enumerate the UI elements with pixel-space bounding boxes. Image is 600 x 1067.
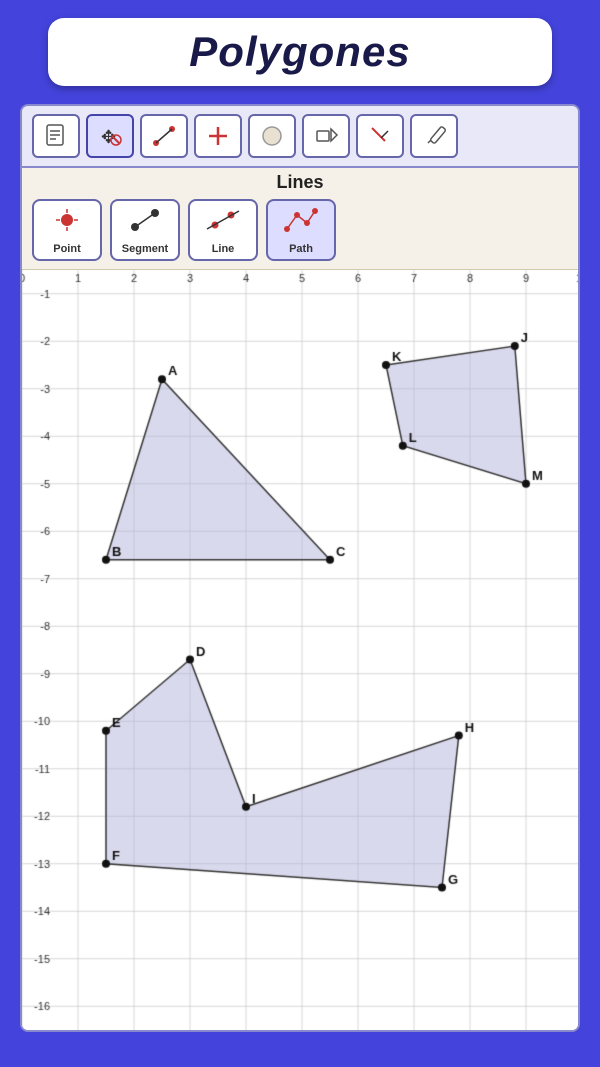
point-icon [49,205,85,241]
move-tool-button[interactable]: ✥ [86,114,134,158]
line-tool-button-2[interactable]: Line [188,199,258,261]
line-icon [205,205,241,241]
segment-tool-button[interactable]: Segment [110,199,180,261]
point-tool-button[interactable]: Point [32,199,102,261]
title-box: Polygones [48,18,552,86]
path-label: Path [289,243,313,255]
point-label: Point [53,243,81,255]
segment-icon [127,205,163,241]
path-tool-button[interactable]: Path [266,199,336,261]
toolbar: ✥ [22,106,578,168]
delete-tool-button[interactable] [356,114,404,158]
plus-tool-button[interactable] [194,114,242,158]
document-tool-button[interactable] [32,114,80,158]
graph-area[interactable] [22,270,578,1030]
line-tool-button[interactable] [140,114,188,158]
pencil-tool-button[interactable] [410,114,458,158]
line-label: Line [212,243,235,255]
main-panel: ✥ [20,104,580,1032]
shape-tool-button[interactable] [302,114,350,158]
lines-label: Lines [32,172,568,193]
circle-tool-button[interactable] [248,114,296,158]
page-title: Polygones [189,28,410,75]
lines-tools: Point Segment [32,199,568,261]
path-icon [283,205,319,241]
segment-label: Segment [122,243,168,255]
title-area: Polygones [0,0,600,96]
lines-section: Lines Point [22,168,578,270]
